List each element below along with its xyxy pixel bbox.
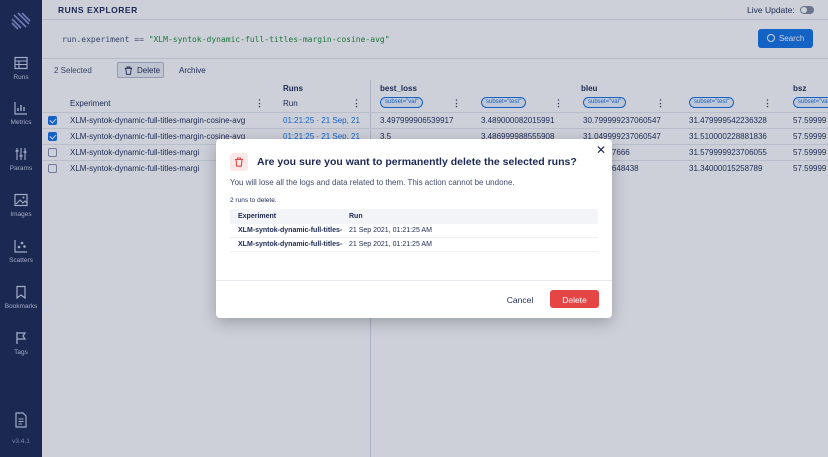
trash-badge (230, 153, 248, 171)
trash-icon (235, 157, 243, 167)
mini-run-cell: 21 Sep 2021, 01:21:25 AM (349, 227, 432, 234)
dialog-title: Are you sure you want to permanently del… (257, 156, 577, 168)
mini-header-experiment: Experiment (238, 213, 277, 220)
runs-to-delete-count: 2 runs to delete. (230, 197, 277, 204)
mini-run-cell: 21 Sep 2021, 01:21:25 AM (349, 241, 432, 248)
dialog-description: You will lose all the logs and data rela… (230, 178, 515, 187)
confirm-delete-button[interactable]: Delete (550, 290, 599, 308)
mini-table-header: Experiment Run (230, 209, 598, 224)
dialog-divider (216, 280, 612, 281)
runs-to-delete-table: Experiment Run XLM-syntok-dynamic-full-t… (230, 209, 598, 252)
close-icon[interactable]: ✕ (596, 143, 606, 157)
mini-table-row: XLM-syntok-dynamic-full-titles- 21 Sep 2… (230, 238, 598, 252)
mini-table-row: XLM-syntok-dynamic-full-titles- 21 Sep 2… (230, 224, 598, 238)
delete-confirmation-dialog: ✕ Are you sure you want to permanently d… (216, 139, 612, 318)
mini-experiment-cell: XLM-syntok-dynamic-full-titles- (238, 227, 343, 234)
cancel-button[interactable]: Cancel (501, 290, 539, 308)
mini-header-run: Run (349, 213, 363, 220)
mini-experiment-cell: XLM-syntok-dynamic-full-titles- (238, 241, 343, 248)
